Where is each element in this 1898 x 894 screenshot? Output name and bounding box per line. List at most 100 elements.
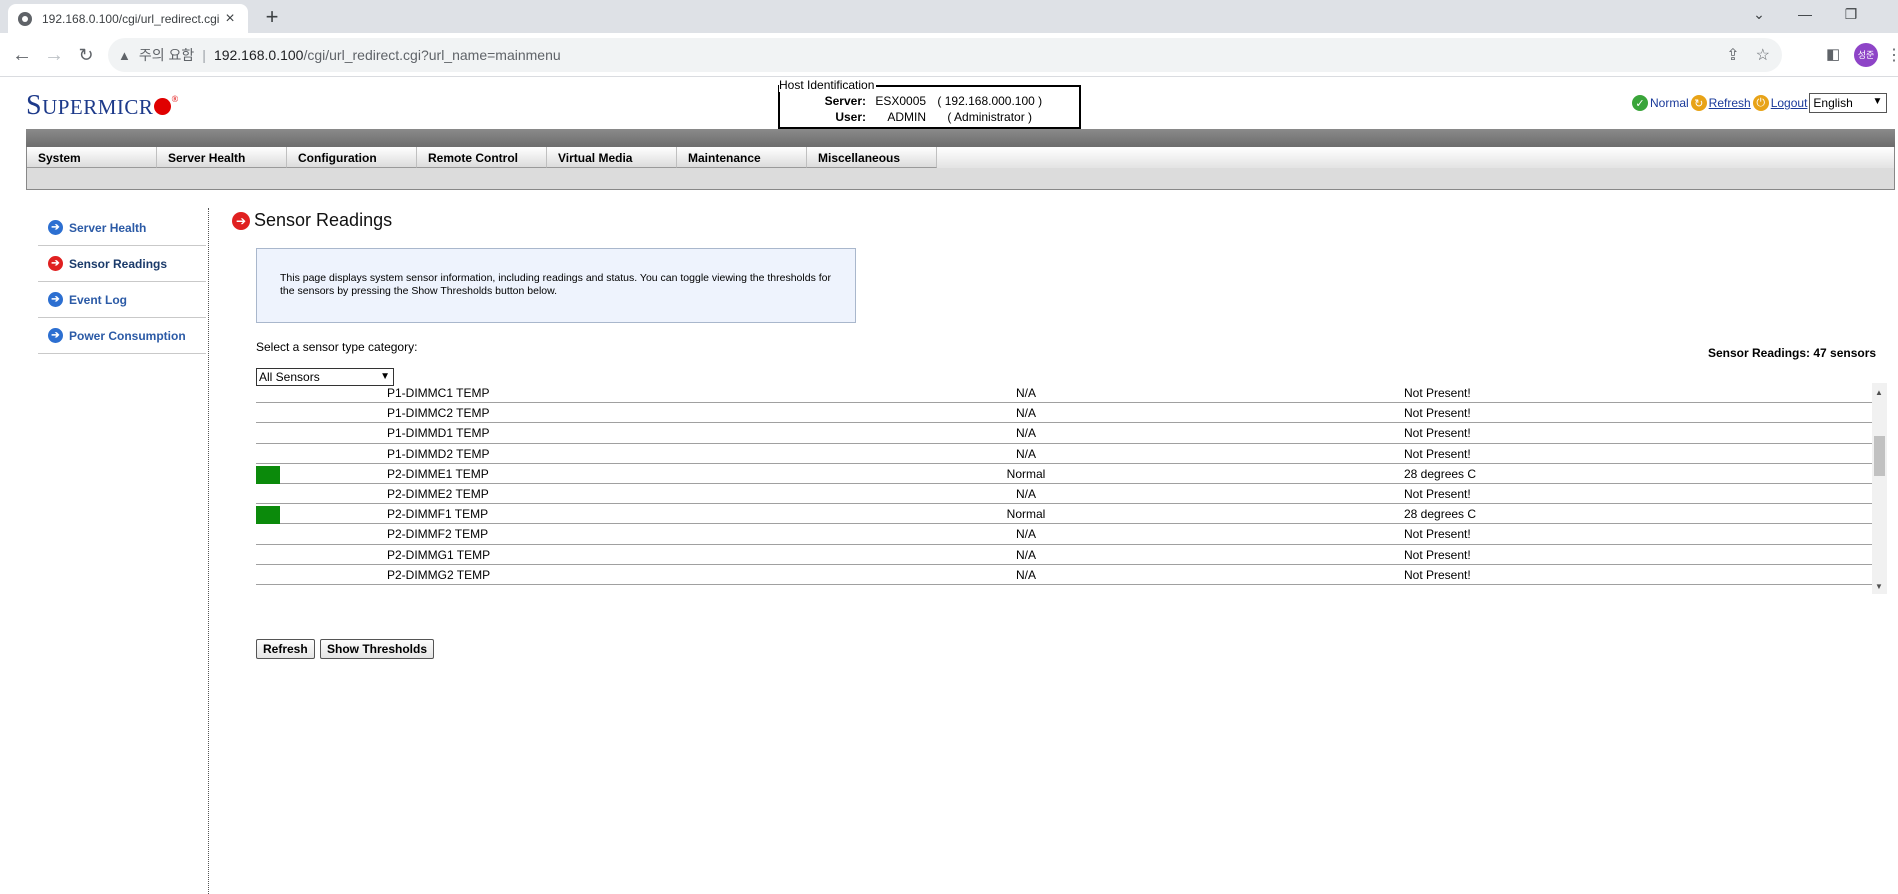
menubar-top-band	[26, 129, 1895, 147]
logout-link[interactable]: Logout	[1771, 96, 1808, 110]
side-panel-icon[interactable]: ◧	[1826, 45, 1840, 63]
sensor-status: N/A	[1015, 446, 1036, 461]
profile-avatar[interactable]: 성준	[1854, 43, 1878, 67]
scroll-up-icon[interactable]: ▲	[1875, 388, 1883, 397]
back-icon[interactable]: ←	[8, 41, 36, 69]
browser-tabstrip: 192.168.0.100/cgi/url_redirect.cgi × + ⌄…	[0, 0, 1898, 33]
restore-button[interactable]: ❐	[1828, 0, 1874, 33]
sensor-name: P2-DIMME2 TEMP	[387, 486, 489, 501]
security-label: 주의 요함	[138, 47, 195, 63]
sensor-table: P1-DIMMC1 TEMP N/A Not Present! P1-DIMMC2 T…	[256, 383, 1876, 587]
language-select[interactable]: English ▼	[1809, 93, 1888, 113]
table-row: P1-DIMMD2 TEMP N/A Not Present!	[256, 444, 1876, 464]
menu-server-health[interactable]: Server Health	[157, 147, 287, 168]
warning-icon[interactable]: ▲	[118, 48, 131, 63]
new-tab-button[interactable]: +	[258, 4, 286, 32]
arrow-right-icon: ➔	[48, 256, 63, 271]
ipmi-page: SUPERMICR ® Host Identification Server: E…	[0, 78, 1898, 894]
refresh-link[interactable]: Refresh	[1709, 96, 1751, 110]
chevron-down-icon: ▼	[1872, 96, 1883, 107]
main-menubar: System Server Health Configuration Remot…	[26, 147, 1895, 168]
sidebar-item-label: Power Consumption	[69, 328, 186, 343]
sensor-name: P2-DIMMG2 TEMP	[387, 567, 491, 582]
minimize-button[interactable]: —	[1782, 0, 1828, 33]
menu-miscellaneous[interactable]: Miscellaneous	[807, 147, 937, 168]
sidebar-item-power-consumption[interactable]: ➔ Power Consumption	[38, 318, 206, 354]
table-row: P1-DIMMD1 TEMP N/A Not Present!	[256, 423, 1876, 444]
sensor-status: Normal	[1006, 466, 1046, 481]
browser-tab[interactable]: 192.168.0.100/cgi/url_redirect.cgi ×	[8, 4, 248, 33]
url-path: /cgi/url_redirect.cgi?url_name=mainmenu	[303, 47, 561, 63]
table-row: P2-DIMMH1 TEMPN/ANot Present!	[256, 585, 1876, 587]
sensor-reading: Not Present!	[1404, 446, 1471, 461]
sensor-name: P1-DIMMD1 TEMP	[387, 426, 490, 441]
menu-configuration[interactable]: Configuration	[287, 147, 417, 168]
menu-maintenance[interactable]: Maintenance	[677, 147, 807, 168]
sidebar-item-sensor-readings[interactable]: ➔ Sensor Readings	[38, 246, 206, 282]
address-separator: |	[202, 47, 206, 63]
sidebar-item-label: Sensor Readings	[69, 256, 168, 271]
user-name: ADMIN	[887, 110, 927, 124]
refresh-icon[interactable]: ↻	[1690, 95, 1707, 111]
sensor-name: P1-DIMMC1 TEMP	[387, 386, 490, 400]
sensor-status: N/A	[1015, 527, 1036, 542]
sensor-name: P2-DIMME1 TEMP	[387, 466, 489, 481]
table-row: P2-DIMMG1 TEMP N/A Not Present!	[256, 545, 1876, 565]
sidebar-item-server-health[interactable]: ➔ Server Health	[38, 210, 206, 246]
status-indicator	[256, 506, 280, 525]
logout-icon[interactable]: ⏻	[1752, 95, 1769, 111]
sensor-name: P1-DIMMD2 TEMP	[387, 446, 490, 461]
scroll-down-icon[interactable]: ▼	[1875, 582, 1883, 591]
scroll-thumb[interactable]	[1874, 436, 1885, 476]
table-row: P2-DIMMF1 TEMP Normal 28 degrees C	[256, 504, 1876, 525]
header-status-area: ✓ Normal ↻ Refresh ⏻ Logout English ▼	[1632, 93, 1888, 113]
menu-remote-control[interactable]: Remote Control	[417, 147, 547, 168]
check-icon: ✓	[1632, 95, 1648, 111]
table-row: P2-DIMME2 TEMP N/A Not Present!	[256, 484, 1876, 505]
sidebar-item-label: Event Log	[69, 292, 128, 307]
server-label: Server:	[824, 94, 866, 108]
tab-search-icon[interactable]: ⌄	[1736, 0, 1782, 33]
status-indicator	[256, 465, 280, 484]
table-row: P2-DIMMF2 TEMP N/A Not Present!	[256, 524, 1876, 545]
sensor-status: N/A	[1015, 567, 1036, 582]
address-bar[interactable]: ▲ 주의 요함 | 192.168.0.100 /cgi/url_redirec…	[108, 38, 1782, 72]
bookmark-star-icon[interactable]: ☆	[1756, 45, 1770, 65]
reload-icon[interactable]: ↻	[72, 41, 100, 69]
arrow-right-icon: ➔	[48, 220, 63, 235]
sensor-count: Sensor Readings: 47 sensors	[1708, 346, 1877, 360]
globe-icon	[18, 11, 32, 26]
server-name: ESX0005	[875, 94, 927, 108]
sensor-status: N/A	[1015, 486, 1036, 501]
sidebar-item-label: Server Health	[69, 220, 147, 235]
forward-icon[interactable]: →	[40, 41, 68, 69]
sensor-reading: Not Present!	[1404, 426, 1471, 441]
sidebar-item-event-log[interactable]: ➔ Event Log	[38, 282, 206, 318]
sensor-table-scrollbar[interactable]: ▲ ▼	[1872, 383, 1887, 594]
close-tab-icon[interactable]: ×	[222, 10, 238, 28]
submenu-band	[26, 168, 1895, 190]
share-icon[interactable]: ⇪	[1726, 45, 1739, 65]
sensor-name: P2-DIMMG1 TEMP	[387, 547, 491, 562]
menu-kebab-icon[interactable]: ⋮	[1886, 45, 1898, 65]
table-row: P2-DIMMG2 TEMP N/A Not Present!	[256, 565, 1876, 585]
supermicro-logo: SUPERMICR ®	[26, 90, 179, 121]
user-label: User:	[835, 110, 866, 124]
sensor-status: N/A	[1015, 386, 1036, 400]
status-text: Normal	[1650, 96, 1689, 110]
sensor-status: N/A	[1015, 426, 1036, 441]
menu-virtual-media[interactable]: Virtual Media	[547, 147, 677, 168]
table-row: P2-DIMME1 TEMP Normal 28 degrees C	[256, 464, 1876, 484]
refresh-button[interactable]: Refresh	[256, 639, 315, 659]
sidebar: ➔ Server Health ➔ Sensor Readings ➔ Even…	[38, 210, 206, 354]
sensor-reading: Not Present!	[1404, 547, 1471, 562]
show-thresholds-button[interactable]: Show Thresholds	[320, 639, 435, 659]
sensor-reading: 28 degrees C	[1404, 507, 1477, 522]
sensor-reading: Not Present!	[1404, 486, 1471, 501]
sensor-status: N/A	[1015, 406, 1036, 421]
arrow-right-icon: ➔	[232, 211, 250, 230]
host-legend: Host Identification	[779, 78, 877, 92]
table-row: P1-DIMMC1 TEMP N/A Not Present!	[256, 383, 1876, 404]
host-identification: Host Identification Server: ESX0005 ( 19…	[778, 78, 1081, 129]
menu-system[interactable]: System	[27, 147, 157, 168]
